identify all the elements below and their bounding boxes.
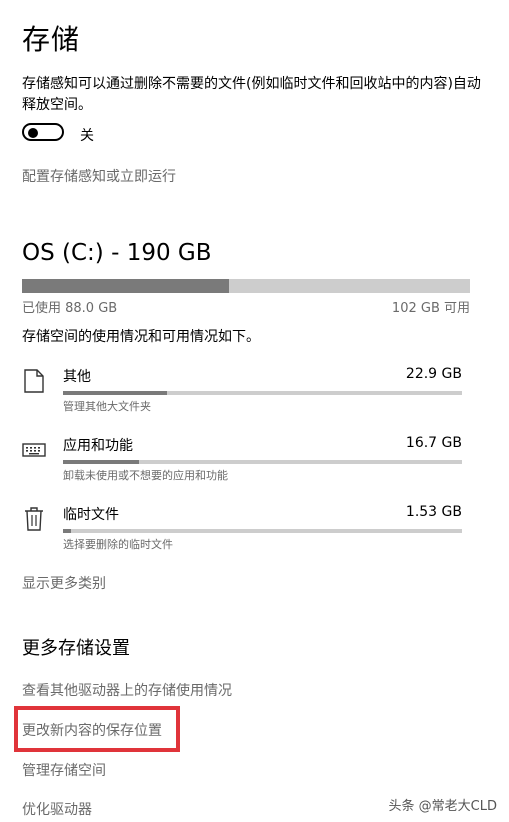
category-bar-fill — [63, 460, 139, 464]
more-storage-settings-title: 更多存储设置 — [22, 638, 130, 659]
storage-sense-description: 存储感知可以通过删除不需要的文件(例如临时文件和回收站中的内容)自动释放空间。 — [22, 76, 481, 113]
category-bar — [63, 391, 462, 395]
storage-sense-toggle[interactable] — [22, 123, 64, 141]
category-size: 22.9 GB — [405, 366, 462, 382]
category-name: 临时文件 — [63, 507, 119, 523]
category-subtitle: 管理其他大文件夹 — [63, 400, 151, 413]
category-apps[interactable]: 应用和功能 16.7 GB 卸载未使用或不想要的应用和功能 — [22, 435, 462, 485]
trash-icon — [25, 507, 43, 531]
category-subtitle: 卸载未使用或不想要的应用和功能 — [63, 469, 228, 482]
drive-used-label: 已使用 88.0 GB — [22, 301, 118, 316]
drive-title: OS (C:) - 190 GB — [22, 240, 212, 266]
category-temp-files[interactable]: 临时文件 1.53 GB 选择要删除的临时文件 — [22, 504, 462, 554]
manage-storage-spaces-link[interactable]: 管理存储空间 — [22, 760, 106, 780]
category-subtitle: 选择要删除的临时文件 — [63, 538, 173, 551]
highlight-box — [14, 706, 180, 752]
category-other[interactable]: 其他 22.9 GB 管理其他大文件夹 — [22, 366, 462, 416]
category-bar-fill — [63, 391, 167, 395]
category-name: 应用和功能 — [63, 438, 133, 454]
category-bar-fill — [63, 529, 71, 533]
category-bar — [63, 460, 462, 464]
toggle-state-label: 关 — [80, 128, 94, 144]
page-title: 存储 — [22, 23, 81, 56]
category-name: 其他 — [63, 369, 91, 385]
toggle-knob — [28, 128, 38, 138]
category-bar — [63, 529, 462, 533]
category-size: 1.53 GB — [405, 504, 462, 520]
usage-description: 存储空间的使用情况和可用情况如下。 — [22, 329, 260, 345]
show-more-categories-link[interactable]: 显示更多类别 — [22, 573, 106, 593]
document-icon — [24, 369, 44, 393]
watermark: 头条 @常老大CLD — [388, 799, 497, 814]
keyboard-icon — [22, 443, 46, 457]
optimize-drives-link[interactable]: 优化驱动器 — [22, 799, 92, 819]
configure-storage-sense-link[interactable]: 配置存储感知或立即运行 — [22, 166, 176, 186]
drive-usage-bar — [22, 279, 470, 293]
drive-usage-fill — [22, 279, 230, 293]
category-size: 16.7 GB — [405, 435, 462, 451]
view-other-drives-link[interactable]: 查看其他驱动器上的存储使用情况 — [22, 680, 232, 700]
drive-free-label: 102 GB 可用 — [391, 301, 470, 316]
